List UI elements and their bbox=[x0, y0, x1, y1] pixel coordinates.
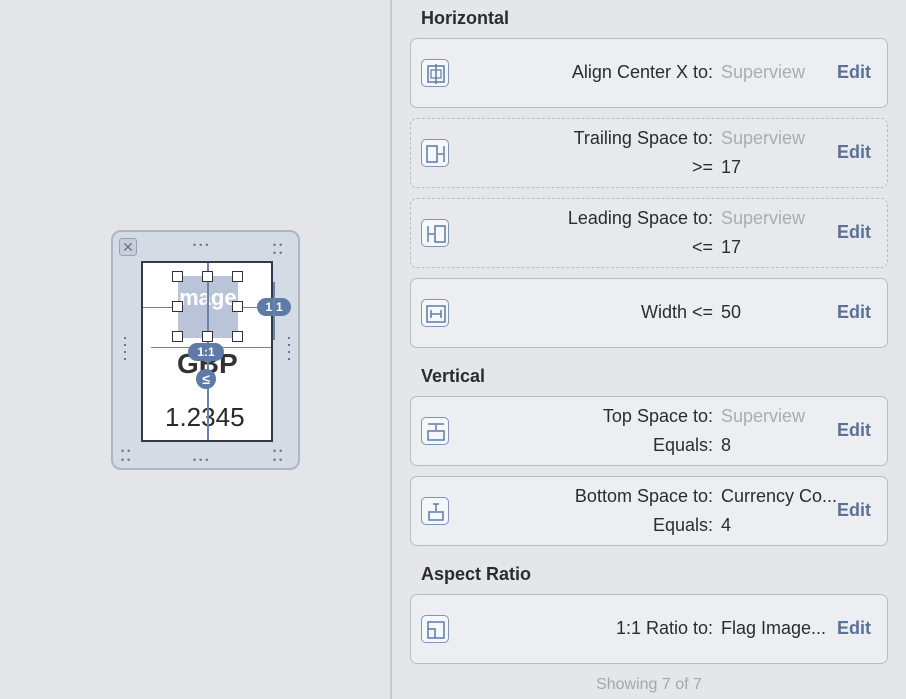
height-guide bbox=[273, 282, 275, 340]
resize-dots-bottom-right-2: •• bbox=[273, 455, 286, 465]
edit-button[interactable]: Edit bbox=[837, 500, 871, 521]
currency-rate-label[interactable]: 1.2345 bbox=[165, 402, 245, 433]
aspect-ratio-icon bbox=[421, 615, 449, 643]
constraint-relation: >= bbox=[691, 157, 713, 177]
bottom-space-icon bbox=[421, 497, 449, 525]
leading-space-icon bbox=[421, 219, 449, 247]
constraint-constant: 4 bbox=[721, 515, 732, 535]
constraint-label: Width <= bbox=[640, 302, 713, 322]
constraint-label: Trailing Space to: bbox=[573, 128, 713, 148]
resize-dots-bottom-left-2: •• bbox=[121, 455, 134, 465]
aspect-ratio-badge[interactable]: 1:1 bbox=[188, 343, 224, 361]
constraint-leading-space[interactable]: Leading Space to: Superview <= 17 Edit bbox=[410, 198, 888, 268]
constraint-aspect-ratio[interactable]: 1:1 Ratio to: Flag Image... Edit bbox=[410, 594, 888, 664]
constraint-target: Superview bbox=[721, 406, 806, 426]
section-title-vertical: Vertical bbox=[421, 366, 486, 386]
edit-button[interactable]: Edit bbox=[837, 222, 871, 243]
edit-button[interactable]: Edit bbox=[837, 142, 871, 163]
constraint-relation: Equals: bbox=[652, 435, 713, 455]
constraint-constant: 50 bbox=[721, 302, 742, 322]
resize-handle-br[interactable] bbox=[232, 331, 243, 342]
constraint-target: Currency Co... bbox=[721, 486, 838, 506]
resize-dots-top: ••• bbox=[193, 240, 212, 250]
constraint-relation: <= bbox=[691, 237, 713, 257]
content-view[interactable]: Image GBP 1.2345 1:1 ≤ bbox=[141, 261, 273, 442]
constraint-trailing-space[interactable]: Trailing Space to: Superview >= 17 Edit bbox=[410, 118, 888, 188]
section-title-aspect-ratio: Aspect Ratio bbox=[421, 564, 532, 584]
lte-badge[interactable]: ≤ bbox=[196, 369, 216, 389]
section-title-horizontal: Horizontal bbox=[421, 8, 509, 28]
constraint-constant: 17 bbox=[721, 237, 742, 257]
size-inspector: Horizontal Align Center X to: Superview … bbox=[392, 0, 906, 699]
resize-dots-right bbox=[288, 337, 291, 365]
constraint-label: 1:1 Ratio to: bbox=[615, 618, 713, 638]
edit-button[interactable]: Edit bbox=[837, 618, 871, 639]
constraint-count-footer: Showing 7 of 7 bbox=[596, 676, 702, 693]
constraint-target: Superview bbox=[721, 128, 806, 148]
constraint-bottom-space[interactable]: Bottom Space to: Currency Co... Equals: … bbox=[410, 476, 888, 546]
close-icon[interactable]: ✕ bbox=[119, 238, 137, 256]
resize-handle-ml[interactable] bbox=[172, 301, 183, 312]
resize-dots-top-right-2: •• bbox=[273, 248, 286, 258]
constraint-label: Bottom Space to: bbox=[574, 486, 713, 506]
constraint-constant: 8 bbox=[721, 435, 732, 455]
width-icon bbox=[421, 299, 449, 327]
constraint-constant: 17 bbox=[721, 157, 742, 177]
resize-dots-bottom: ••• bbox=[193, 455, 212, 465]
constraint-label: Leading Space to: bbox=[567, 208, 713, 228]
constraint-align-center-x[interactable]: Align Center X to: Superview Edit bbox=[410, 38, 888, 108]
constraint-width[interactable]: Width <= 50 Edit bbox=[410, 278, 888, 348]
resize-handle-tl[interactable] bbox=[172, 271, 183, 282]
resize-dots-left bbox=[124, 337, 127, 365]
resize-handle-bc[interactable] bbox=[202, 331, 213, 342]
align-center-x-icon bbox=[421, 59, 449, 87]
constraint-label: Align Center X to: bbox=[571, 62, 713, 82]
storyboard-canvas[interactable]: ✕ ••• •• •• ••• •• •• •• •• Image GBP 1.… bbox=[0, 0, 390, 699]
collection-view-cell[interactable]: ✕ ••• •• •• ••• •• •• •• •• Image GBP 1.… bbox=[111, 230, 300, 470]
edit-button[interactable]: Edit bbox=[837, 302, 871, 323]
constraint-target: Flag Image... bbox=[721, 618, 827, 638]
constraint-target: Superview bbox=[721, 208, 806, 228]
resize-handle-mr[interactable] bbox=[232, 301, 243, 312]
resize-handle-tr[interactable] bbox=[232, 271, 243, 282]
constraint-label: Top Space to: bbox=[602, 406, 713, 426]
constraint-relation: Equals: bbox=[652, 515, 713, 535]
resize-handle-tc[interactable] bbox=[202, 271, 213, 282]
edit-button[interactable]: Edit bbox=[837, 62, 871, 83]
top-space-icon bbox=[421, 417, 449, 445]
constraint-top-space[interactable]: Top Space to: Superview Equals: 8 Edit bbox=[410, 396, 888, 466]
resize-handle-bl[interactable] bbox=[172, 331, 183, 342]
edit-button[interactable]: Edit bbox=[837, 420, 871, 441]
trailing-space-icon bbox=[421, 139, 449, 167]
constraint-target: Superview bbox=[721, 62, 806, 82]
